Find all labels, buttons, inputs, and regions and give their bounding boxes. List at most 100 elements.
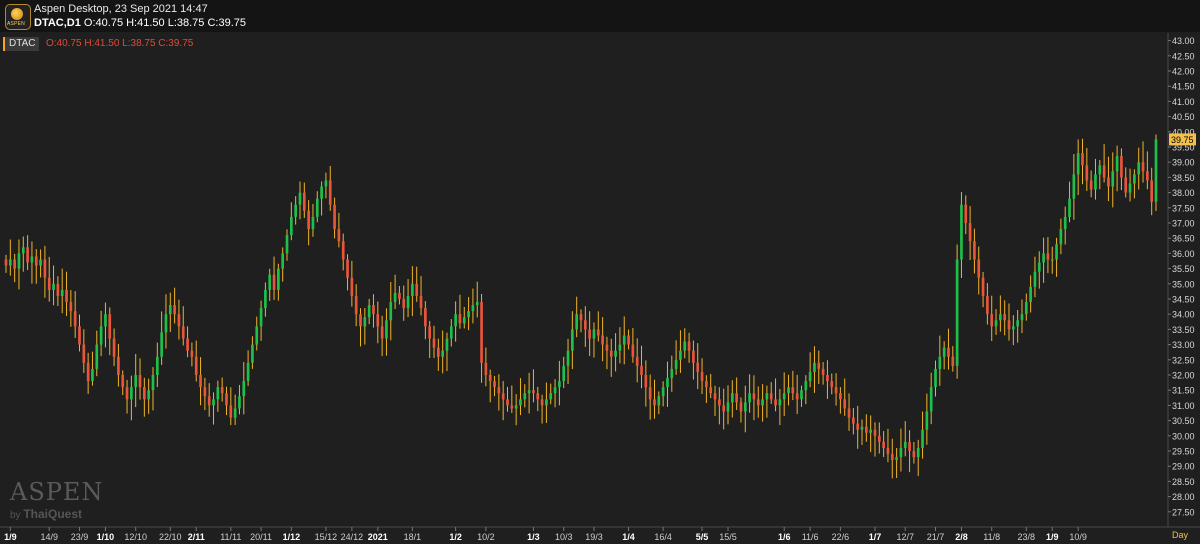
x-tick-label: 20/11 — [250, 532, 272, 542]
candle-body — [562, 365, 566, 382]
candle-body — [1120, 156, 1123, 178]
candle-body — [1055, 244, 1058, 260]
candle-body — [1081, 153, 1084, 166]
candle-body — [471, 305, 475, 312]
candle-body — [938, 356, 942, 369]
candle-body — [125, 387, 129, 400]
candle-body — [354, 295, 358, 315]
candle-body — [359, 314, 362, 327]
candle-body — [445, 338, 449, 351]
candle-body — [752, 393, 756, 400]
y-tick-label: 35.00 — [1172, 279, 1195, 289]
candle-body — [1115, 156, 1119, 172]
candlestick-chart-svg[interactable]: 43.0042.5042.0041.5041.0040.5040.0039.50… — [0, 33, 1200, 544]
candle-body — [415, 283, 419, 296]
y-tick-label: 39.00 — [1172, 158, 1195, 168]
candle-body — [921, 429, 924, 448]
y-tick-label: 30.50 — [1172, 416, 1195, 426]
candle-body — [558, 381, 561, 388]
price-chart[interactable]: 43.00 42.50 42.00 41.50 41.00 40.50 40.00 39.50… — [0, 33, 1200, 544]
candle-body — [190, 350, 194, 357]
x-tick-label: 21/7 — [927, 532, 945, 542]
candle-body — [813, 362, 816, 372]
candle-body — [86, 362, 90, 382]
candle-body — [328, 180, 332, 205]
y-tick-label: 32.50 — [1172, 355, 1195, 365]
candle-body — [436, 347, 440, 357]
candle-body — [635, 356, 639, 366]
candle-body — [869, 429, 873, 433]
candle-body — [722, 405, 726, 412]
candle-body — [493, 381, 496, 388]
candle-body — [864, 426, 868, 433]
candle-body — [765, 393, 769, 400]
timeframe-label[interactable]: Day — [1172, 530, 1188, 540]
candle-body — [458, 314, 462, 324]
candle-body — [385, 320, 388, 339]
candle-body — [1133, 174, 1136, 184]
candle-body — [39, 259, 42, 266]
candle-body — [497, 387, 501, 394]
candle-body — [895, 457, 898, 461]
candle-body — [532, 390, 535, 394]
candle-body — [1128, 183, 1132, 193]
candle-body — [679, 350, 682, 360]
candle-body — [259, 308, 263, 327]
candle-body — [990, 314, 994, 327]
x-tick-label: 1/2 — [449, 532, 462, 542]
candle-body — [787, 387, 790, 394]
candle-body — [929, 387, 933, 412]
candle-body — [847, 408, 851, 418]
y-tick-label: 29.00 — [1172, 462, 1195, 472]
candle-body — [194, 356, 198, 375]
candle-body — [307, 210, 310, 230]
candle-body — [705, 381, 708, 388]
candle-body — [467, 311, 470, 318]
symbol-ohlc-line: DTAC,D1 O:40.75 H:41.50 L:38.75 C:39.75 — [34, 17, 246, 29]
candle-body — [1003, 314, 1007, 321]
candle-body — [8, 259, 12, 266]
candle-body — [1085, 165, 1089, 181]
candle-body — [592, 329, 596, 339]
candle-body — [882, 441, 885, 448]
candle-body — [683, 341, 687, 351]
y-tick-label: 41.50 — [1172, 82, 1195, 92]
y-tick-label: 42.50 — [1172, 51, 1195, 61]
candle-body — [121, 375, 125, 388]
candle-body — [674, 359, 678, 369]
x-tick-label: 12/10 — [124, 532, 147, 542]
candle-body — [977, 259, 981, 278]
candle-body — [821, 368, 825, 375]
candle-body — [315, 198, 319, 217]
x-tick-label: 23/8 — [1018, 532, 1036, 542]
candle-body — [510, 405, 514, 409]
x-tick-label: 5/5 — [696, 532, 709, 542]
candle-body — [52, 283, 55, 290]
x-tick-label: 22/10 — [159, 532, 182, 542]
header-ohlc: O:40.75 H:41.50 L:38.75 C:39.75 — [83, 17, 246, 29]
candle-body — [372, 305, 375, 315]
candle-body — [1050, 259, 1054, 261]
last-price-label: 39.75 — [1171, 135, 1194, 145]
candle-body — [104, 314, 107, 327]
candle-body — [207, 396, 211, 406]
candle-body — [13, 259, 16, 269]
watermark-company: ThaiQuest — [23, 507, 83, 521]
candle-body — [26, 247, 29, 263]
symbol-tag[interactable]: DTAC — [3, 37, 40, 51]
candle-body — [782, 393, 786, 400]
candle-body — [718, 399, 721, 406]
candle-body — [34, 256, 38, 266]
candle-body — [800, 390, 803, 400]
candle-body — [1150, 180, 1154, 202]
candle-body — [1024, 302, 1028, 315]
candle-body — [186, 338, 189, 351]
x-tick-label: 1/4 — [622, 532, 635, 542]
candle-body — [212, 399, 215, 406]
candle-body — [545, 399, 548, 406]
candle-body — [1102, 165, 1106, 178]
x-tick-label: 1/6 — [778, 532, 791, 542]
candle-body — [540, 399, 544, 406]
y-tick-label: 32.00 — [1172, 371, 1195, 381]
candle-body — [579, 314, 583, 321]
